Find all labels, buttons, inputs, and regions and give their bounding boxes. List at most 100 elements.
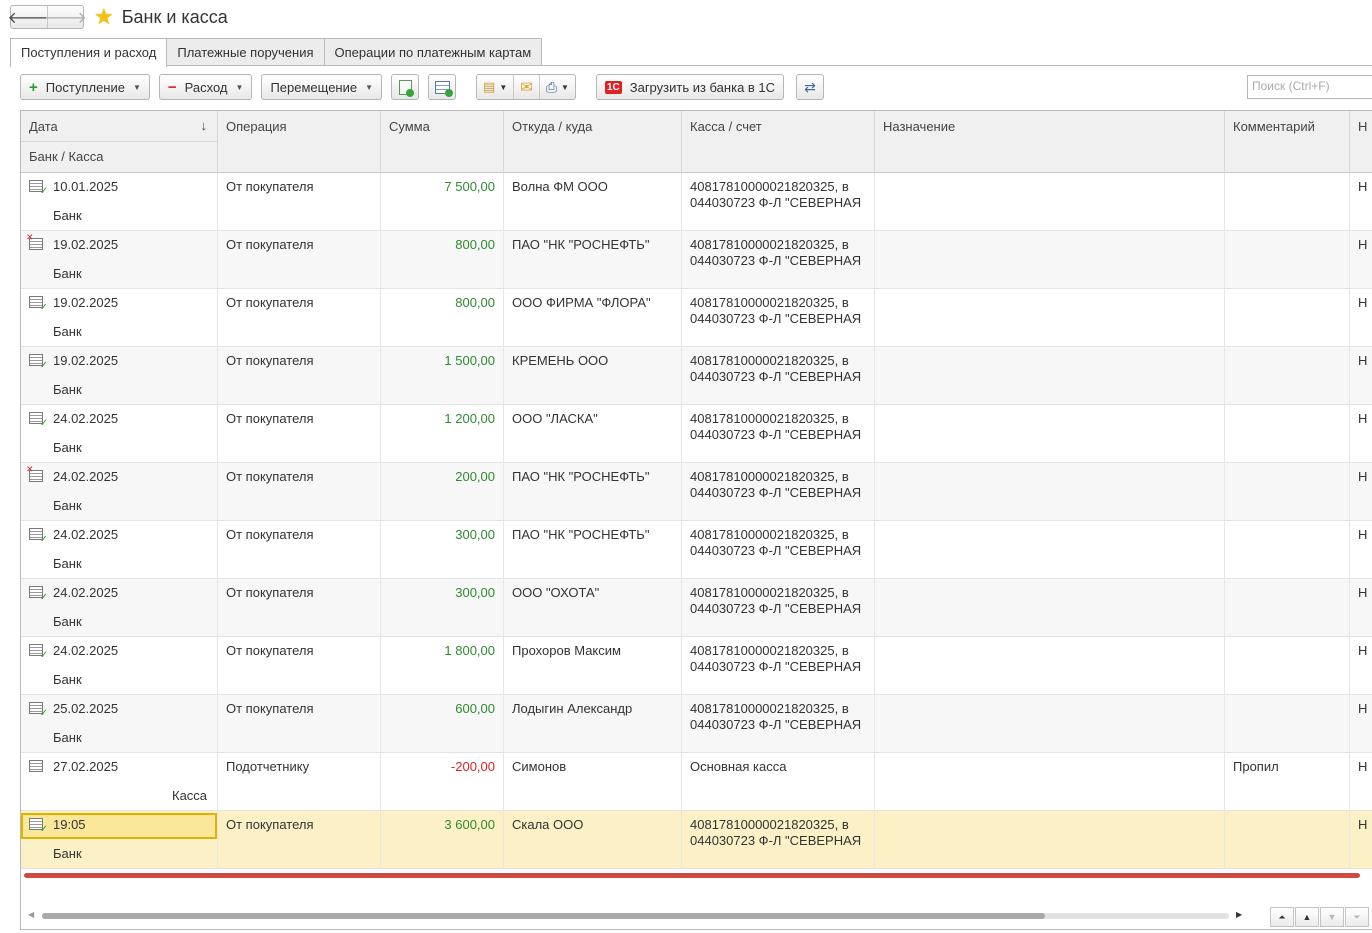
page-up-button[interactable]: ▲ bbox=[1295, 907, 1319, 927]
scroll-right-icon[interactable]: ▶ bbox=[1236, 910, 1242, 919]
cell-truncated[interactable]: Н bbox=[1350, 405, 1372, 463]
cell-purpose[interactable] bbox=[875, 231, 1225, 289]
cell-account[interactable]: 40817810000021820325, в 044030723 Ф-Л "СЕ… bbox=[682, 231, 875, 289]
cell-comment[interactable] bbox=[1225, 231, 1350, 289]
table-row[interactable]: 19:05БанкОт покупателя3 600,00Скала ООО4… bbox=[21, 811, 1372, 869]
table-row[interactable]: 19.02.2025 Банк От покупателя800,00ООО ФИР… bbox=[21, 289, 1372, 347]
cell-account[interactable]: Основная касса bbox=[682, 753, 875, 811]
cell-account[interactable]: 40817810000021820325, в 044030723 Ф-Л "СЕ… bbox=[682, 521, 875, 579]
cell-operation[interactable]: От покупателя bbox=[218, 347, 381, 405]
expense-button[interactable]: − Расход ▼ bbox=[158, 74, 253, 100]
cell-sum[interactable]: 3 600,00 bbox=[381, 811, 504, 869]
cell-comment[interactable] bbox=[1225, 347, 1350, 405]
cell-comment[interactable] bbox=[1225, 579, 1350, 637]
cell-comment[interactable] bbox=[1225, 173, 1350, 231]
cell-from[interactable]: Лодыгин Александр bbox=[504, 695, 682, 753]
cell-operation[interactable]: От покупателя bbox=[218, 811, 381, 869]
table-row[interactable]: 24.02.2025 Банк От покупателя1 200,00ООО "… bbox=[21, 405, 1372, 463]
forward-button[interactable]: 🡒 bbox=[44, 6, 87, 28]
cell-purpose[interactable] bbox=[875, 521, 1225, 579]
table-row[interactable]: 24.02.2025 Банк От покупателя1 800,00Прохо… bbox=[21, 637, 1372, 695]
cell-comment[interactable] bbox=[1225, 811, 1350, 869]
cell-operation[interactable]: Подотчетнику bbox=[218, 753, 381, 811]
cell-date[interactable]: 25.02.2025 Банк bbox=[21, 695, 218, 753]
cell-comment[interactable] bbox=[1225, 289, 1350, 347]
scroll-left-icon[interactable]: ◀ bbox=[28, 910, 34, 919]
cell-account[interactable]: 40817810000021820325, в 044030723 Ф-Л "СЕ… bbox=[682, 579, 875, 637]
cell-date[interactable]: 24.02.2025 Банк bbox=[21, 405, 218, 463]
column-header-operation[interactable]: Операция bbox=[218, 111, 381, 173]
go-bottom-button[interactable]: ⏷ bbox=[1345, 907, 1369, 927]
cell-date[interactable]: 19.02.2025 Банк bbox=[21, 289, 218, 347]
cell-operation[interactable]: От покупателя bbox=[218, 695, 381, 753]
column-header-comment[interactable]: Комментарий bbox=[1225, 111, 1350, 173]
cell-account[interactable]: 40817810000021820325, в 044030723 Ф-Л "СЕ… bbox=[682, 637, 875, 695]
tab-card-operations[interactable]: Операции по платежным картам bbox=[323, 38, 543, 65]
cell-account[interactable]: 40817810000021820325, в 044030723 Ф-Л "СЕ… bbox=[682, 347, 875, 405]
cell-truncated[interactable]: Н bbox=[1350, 753, 1372, 811]
move-button[interactable]: Перемещение ▼ bbox=[261, 74, 383, 100]
cell-sum[interactable]: 1 800,00 bbox=[381, 637, 504, 695]
cell-purpose[interactable] bbox=[875, 753, 1225, 811]
page-down-button[interactable]: ▼ bbox=[1320, 907, 1344, 927]
cell-purpose[interactable] bbox=[875, 695, 1225, 753]
search-input[interactable]: Поиск (Ctrl+F) bbox=[1247, 75, 1372, 99]
cell-purpose[interactable] bbox=[875, 289, 1225, 347]
load-from-bank-button[interactable]: 1С Загрузить из банка в 1С bbox=[595, 74, 785, 100]
cell-comment[interactable] bbox=[1225, 695, 1350, 753]
table-row[interactable]: 25.02.2025 Банк От покупателя600,00Лодыгин… bbox=[21, 695, 1372, 753]
cell-purpose[interactable] bbox=[875, 173, 1225, 231]
tab-payment-orders[interactable]: Платежные поручения bbox=[166, 38, 325, 65]
cell-purpose[interactable] bbox=[875, 579, 1225, 637]
table-row[interactable]: 24.02.2025 Банк От покупателя300,00ПАО "НК… bbox=[21, 521, 1372, 579]
cell-account[interactable]: 40817810000021820325, в 044030723 Ф-Л "СЕ… bbox=[682, 695, 875, 753]
cell-account[interactable]: 40817810000021820325, в 044030723 Ф-Л "СЕ… bbox=[682, 173, 875, 231]
cell-purpose[interactable] bbox=[875, 811, 1225, 869]
table-row[interactable]: 24.02.2025 Банк От покупателя200,00ПАО "НК… bbox=[21, 463, 1372, 521]
cell-sum[interactable]: 300,00 bbox=[381, 579, 504, 637]
cell-truncated[interactable]: Н bbox=[1350, 695, 1372, 753]
cell-sum[interactable]: -200,00 bbox=[381, 753, 504, 811]
cell-account[interactable]: 40817810000021820325, в 044030723 Ф-Л "СЕ… bbox=[682, 463, 875, 521]
column-header-account[interactable]: Касса / счет bbox=[682, 111, 875, 173]
column-header-date[interactable]: Дата ↓ bbox=[21, 111, 218, 142]
cell-account[interactable]: 40817810000021820325, в 044030723 Ф-Л "СЕ… bbox=[682, 289, 875, 347]
tab-income-expense[interactable]: Поступления и расход bbox=[10, 38, 168, 67]
cell-comment[interactable] bbox=[1225, 521, 1350, 579]
cell-comment[interactable] bbox=[1225, 463, 1350, 521]
table-row[interactable]: 10.01.2025 Банк От покупателя7 500,00Волна… bbox=[21, 173, 1372, 231]
cell-operation[interactable]: От покупателя bbox=[218, 405, 381, 463]
cell-date[interactable]: 19.02.2025 Банк bbox=[21, 231, 218, 289]
cell-operation[interactable]: От покупателя bbox=[218, 579, 381, 637]
cell-truncated[interactable]: Н bbox=[1350, 579, 1372, 637]
cell-from[interactable]: ООО "ЛАСКА" bbox=[504, 405, 682, 463]
column-header-purpose[interactable]: Назначение bbox=[875, 111, 1225, 173]
scroll-thumb[interactable] bbox=[42, 913, 1045, 919]
cell-date[interactable]: 24.02.2025 Банк bbox=[21, 463, 218, 521]
go-top-button[interactable]: ⏶ bbox=[1270, 907, 1294, 927]
cell-sum[interactable]: 200,00 bbox=[381, 463, 504, 521]
cell-purpose[interactable] bbox=[875, 463, 1225, 521]
cell-from[interactable]: ООО ФИРМА "ФЛОРА" bbox=[504, 289, 682, 347]
column-header-sum[interactable]: Сумма bbox=[381, 111, 504, 173]
cell-date[interactable]: 27.02.2025 Касса bbox=[21, 753, 218, 811]
cell-purpose[interactable] bbox=[875, 347, 1225, 405]
cell-sum[interactable]: 1 200,00 bbox=[381, 405, 504, 463]
cell-truncated[interactable]: Н bbox=[1350, 637, 1372, 695]
cell-account[interactable]: 40817810000021820325, в 044030723 Ф-Л "СЕ… bbox=[682, 405, 875, 463]
horizontal-scrollbar[interactable]: ◀ ▶ bbox=[20, 905, 1250, 927]
cell-operation[interactable]: От покупателя bbox=[218, 231, 381, 289]
table-row[interactable]: 24.02.2025 Банк От покупателя300,00ООО "ОХ… bbox=[21, 579, 1372, 637]
cell-operation[interactable]: От покупателя bbox=[218, 637, 381, 695]
cell-date[interactable]: 19:05 Банк bbox=[21, 811, 218, 869]
email-button[interactable]: ✉ bbox=[514, 75, 540, 99]
cell-date[interactable]: 24.02.2025 Банк bbox=[21, 521, 218, 579]
cell-from[interactable]: Симонов bbox=[504, 753, 682, 811]
journal-button[interactable] bbox=[428, 74, 457, 100]
cell-from[interactable]: Прохоров Максим bbox=[504, 637, 682, 695]
column-header-from[interactable]: Откуда / куда bbox=[504, 111, 682, 173]
cell-sum[interactable]: 800,00 bbox=[381, 231, 504, 289]
cell-operation[interactable]: От покупателя bbox=[218, 289, 381, 347]
table-row[interactable]: 19.02.2025 Банк От покупателя800,00ПАО "НК… bbox=[21, 231, 1372, 289]
print-button[interactable]: ⎙ ▼ bbox=[540, 75, 575, 99]
